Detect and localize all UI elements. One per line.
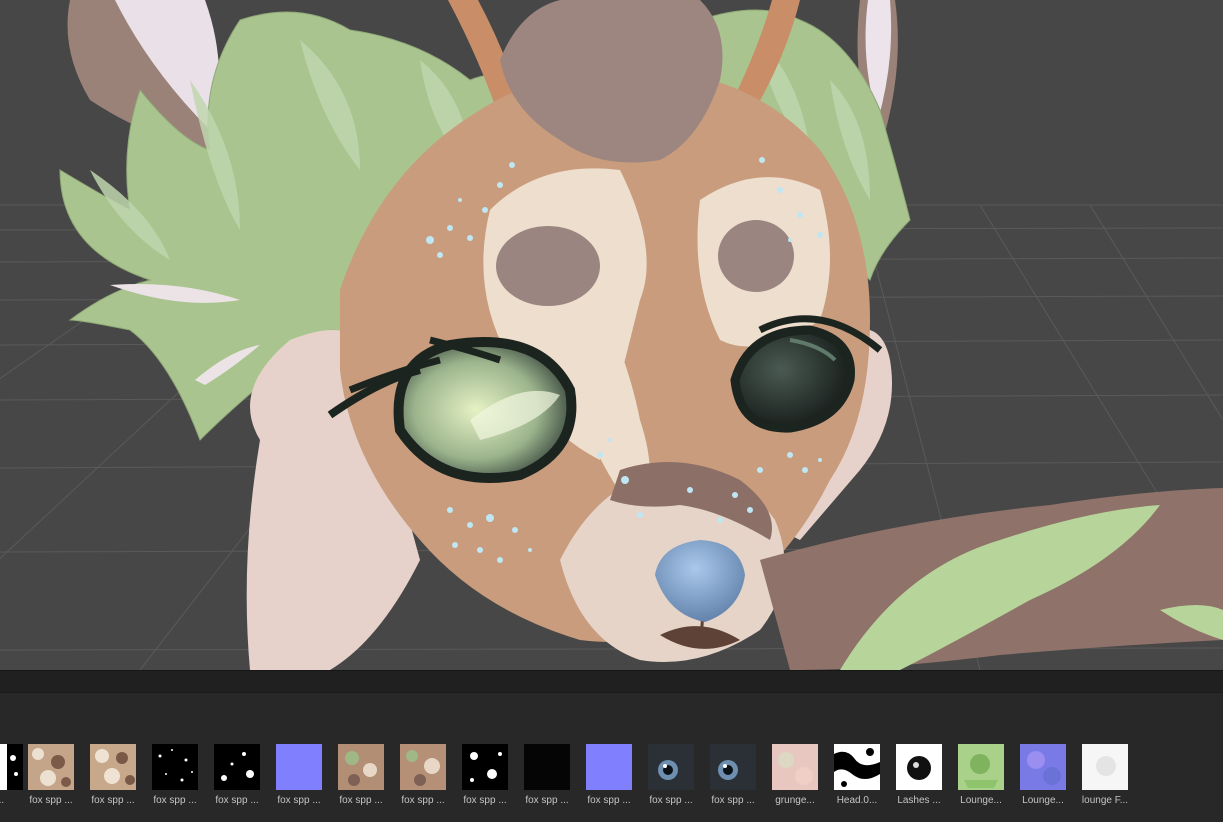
panel-splitter[interactable] bbox=[0, 670, 1223, 693]
asset-item[interactable]: fox spp ... bbox=[516, 743, 578, 818]
asset-label: Head.0... bbox=[836, 795, 878, 806]
asset-label: Lounge... bbox=[1022, 795, 1064, 806]
asset-label: fox spp ... bbox=[153, 795, 197, 806]
asset-label: grunge... bbox=[775, 795, 815, 806]
asset-label: fox spp ... bbox=[215, 795, 259, 806]
scene-viewport[interactable] bbox=[0, 0, 1223, 670]
asset-label: fox spp ... bbox=[91, 795, 135, 806]
texture-flat-normal-icon bbox=[586, 744, 632, 790]
asset-label: Lounge... bbox=[960, 795, 1002, 806]
asset-label: lounge F... bbox=[1081, 795, 1129, 806]
asset-label: fox spp ... bbox=[29, 795, 73, 806]
texture-fur-albedo-icon bbox=[28, 744, 74, 790]
asset-item[interactable]: Lounge... bbox=[950, 743, 1012, 818]
asset-label: fox spp ... bbox=[587, 795, 631, 806]
texture-flat-normal-icon bbox=[276, 744, 322, 790]
texture-lounge-albedo-icon bbox=[958, 744, 1004, 790]
asset-label: fox spp ... bbox=[463, 795, 507, 806]
asset-item[interactable]: fox spp ... bbox=[640, 743, 702, 818]
texture-fur-albedo-icon bbox=[400, 744, 446, 790]
project-asset-browser: ... fox spp ... fox spp ... fox spp ... … bbox=[0, 715, 1223, 822]
asset-item[interactable]: fox spp ... bbox=[268, 743, 330, 818]
asset-item[interactable]: lounge F... bbox=[1074, 743, 1136, 818]
asset-item[interactable]: fox spp ... bbox=[578, 743, 640, 818]
texture-lounge-normal-icon bbox=[1020, 744, 1066, 790]
asset-item[interactable]: fox spp ... bbox=[454, 743, 516, 818]
asset-item[interactable]: fox spp ... bbox=[392, 743, 454, 818]
texture-eye-icon bbox=[648, 744, 694, 790]
asset-label: fox spp ... bbox=[711, 795, 755, 806]
asset-item[interactable]: fox spp ... bbox=[330, 743, 392, 818]
asset-item[interactable]: fox spp ... bbox=[144, 743, 206, 818]
texture-lashes-icon bbox=[896, 744, 942, 790]
texture-speckle-mask-icon bbox=[214, 744, 260, 790]
asset-item[interactable]: Lashes ... bbox=[888, 743, 950, 818]
project-toolbar bbox=[0, 692, 1223, 716]
texture-speckle-mask-icon bbox=[462, 744, 508, 790]
texture-fur-albedo-icon bbox=[90, 744, 136, 790]
texture-speckle-mask-icon bbox=[152, 744, 198, 790]
asset-item[interactable]: fox spp ... bbox=[206, 743, 268, 818]
asset-label: fox spp ... bbox=[277, 795, 321, 806]
texture-black-icon bbox=[524, 744, 570, 790]
texture-bw-mask-icon bbox=[834, 744, 880, 790]
asset-item[interactable]: Head.0... bbox=[826, 743, 888, 818]
asset-item[interactable]: Lounge... bbox=[1012, 743, 1074, 818]
asset-label: fox spp ... bbox=[339, 795, 383, 806]
asset-item[interactable]: fox spp ... bbox=[702, 743, 764, 818]
asset-item[interactable]: fox spp ... bbox=[82, 743, 144, 818]
texture-grunge-icon bbox=[772, 744, 818, 790]
asset-label: Lashes ... bbox=[897, 795, 941, 806]
asset-label: fox spp ... bbox=[525, 795, 569, 806]
texture-fur-albedo-icon bbox=[338, 744, 384, 790]
texture-white-icon bbox=[1082, 744, 1128, 790]
asset-label: fox spp ... bbox=[401, 795, 445, 806]
asset-label: fox spp ... bbox=[649, 795, 693, 806]
asset-item[interactable]: grunge... bbox=[764, 743, 826, 818]
texture-eye-icon bbox=[710, 744, 756, 790]
asset-item[interactable]: fox spp ... bbox=[20, 743, 82, 818]
